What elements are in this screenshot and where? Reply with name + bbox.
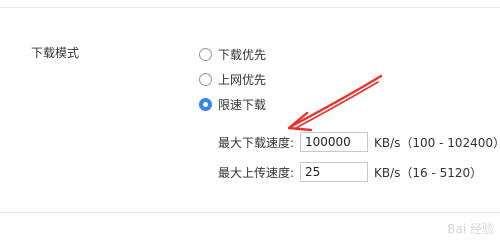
- max-download-speed-input[interactable]: [300, 132, 368, 152]
- max-download-speed-label: 最大下载速度:: [218, 135, 295, 150]
- radio-option-speed-limit[interactable]: 限速下载: [199, 95, 266, 113]
- watermark: Bai 经验: [447, 220, 494, 237]
- radio-option-browse-priority[interactable]: 上网优先: [199, 70, 266, 88]
- max-upload-speed-input[interactable]: [300, 162, 368, 182]
- max-upload-speed-label: 最大上传速度:: [218, 165, 295, 180]
- settings-panel: 下载模式 下载优先 上网优先 限速下载 最大下载速度: KB/s（100 - 1…: [0, 0, 500, 241]
- radio-button-selected[interactable]: [199, 97, 212, 111]
- radio-option-download-priority[interactable]: 下载优先: [199, 45, 266, 63]
- radio-label: 上网优先: [218, 72, 267, 87]
- radio-button[interactable]: [199, 47, 212, 61]
- radio-label: 限速下载: [218, 97, 267, 112]
- max-upload-speed-row: 最大上传速度: KB/s（16 - 5120）: [218, 161, 482, 183]
- divider-top: [0, 7, 500, 8]
- max-download-speed-unit: KB/s（100 - 102400）: [374, 135, 500, 150]
- radio-label: 下载优先: [218, 47, 267, 62]
- divider-bottom: [0, 212, 500, 213]
- max-upload-speed-unit: KB/s（16 - 5120）: [374, 165, 483, 180]
- watermark-text: Bai 经验: [447, 222, 494, 236]
- max-download-speed-row: 最大下载速度: KB/s（100 - 102400）: [218, 131, 500, 153]
- download-mode-label: 下载模式: [31, 46, 80, 60]
- radio-button[interactable]: [199, 72, 212, 86]
- annotation-arrow: [287, 74, 383, 132]
